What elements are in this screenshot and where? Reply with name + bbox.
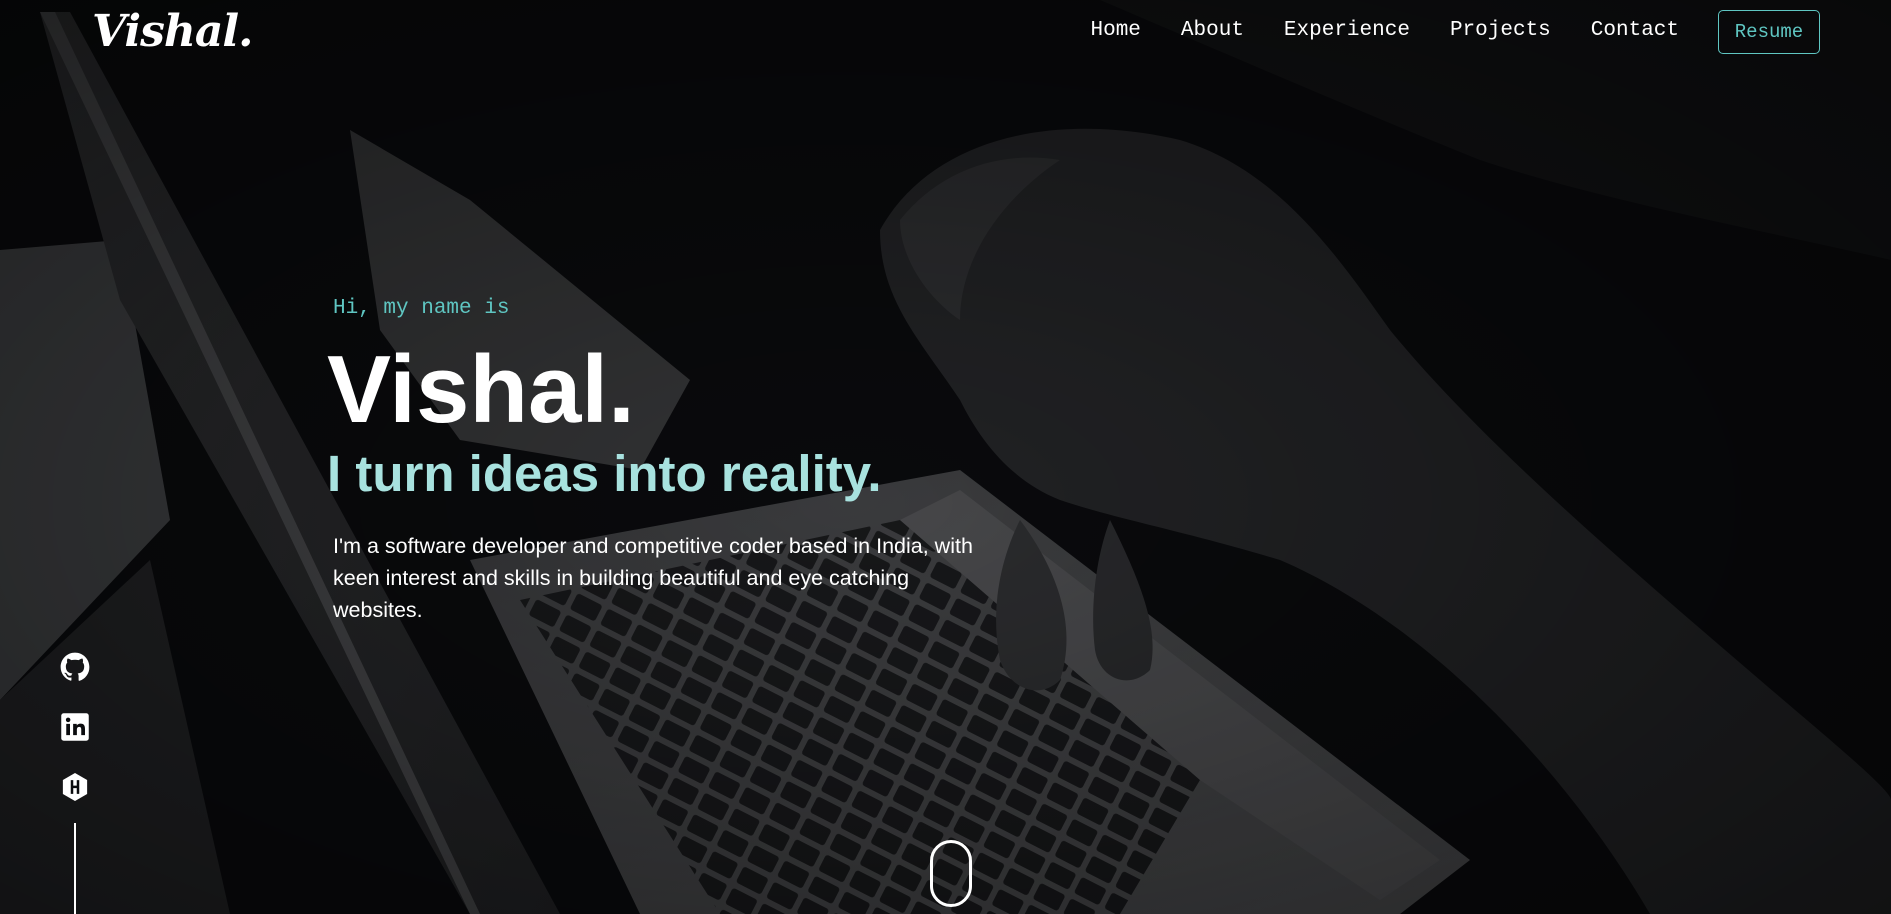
hero-name: Vishal. <box>327 336 635 443</box>
nav-projects-link[interactable]: Projects <box>1450 18 1551 44</box>
hashnode-icon <box>62 773 88 801</box>
hashnode-link[interactable] <box>60 772 90 802</box>
resume-button[interactable]: Resume <box>1718 10 1820 54</box>
nav-about-link[interactable]: About <box>1181 18 1244 44</box>
site-logo[interactable]: Vishal. <box>92 6 253 57</box>
github-icon <box>60 652 90 681</box>
github-link[interactable] <box>60 652 90 682</box>
hero-description: I'm a software developer and competitive… <box>333 534 973 622</box>
nav-contact-link[interactable]: Contact <box>1591 18 1679 44</box>
mouse-scroll-icon[interactable] <box>930 840 972 907</box>
main-nav: Home About Experience Projects Contact <box>1090 18 1679 44</box>
linkedin-icon <box>61 713 89 741</box>
nav-experience-link[interactable]: Experience <box>1284 18 1410 44</box>
hero-tagline: I turn ideas into reality. <box>327 445 882 502</box>
nav-home-link[interactable]: Home <box>1090 18 1140 44</box>
social-sidebar-line <box>74 823 76 914</box>
linkedin-link[interactable] <box>60 712 90 742</box>
hero-background-image <box>0 0 1891 914</box>
social-links <box>60 652 90 832</box>
hero-greeting: Hi, my name is <box>333 297 510 320</box>
